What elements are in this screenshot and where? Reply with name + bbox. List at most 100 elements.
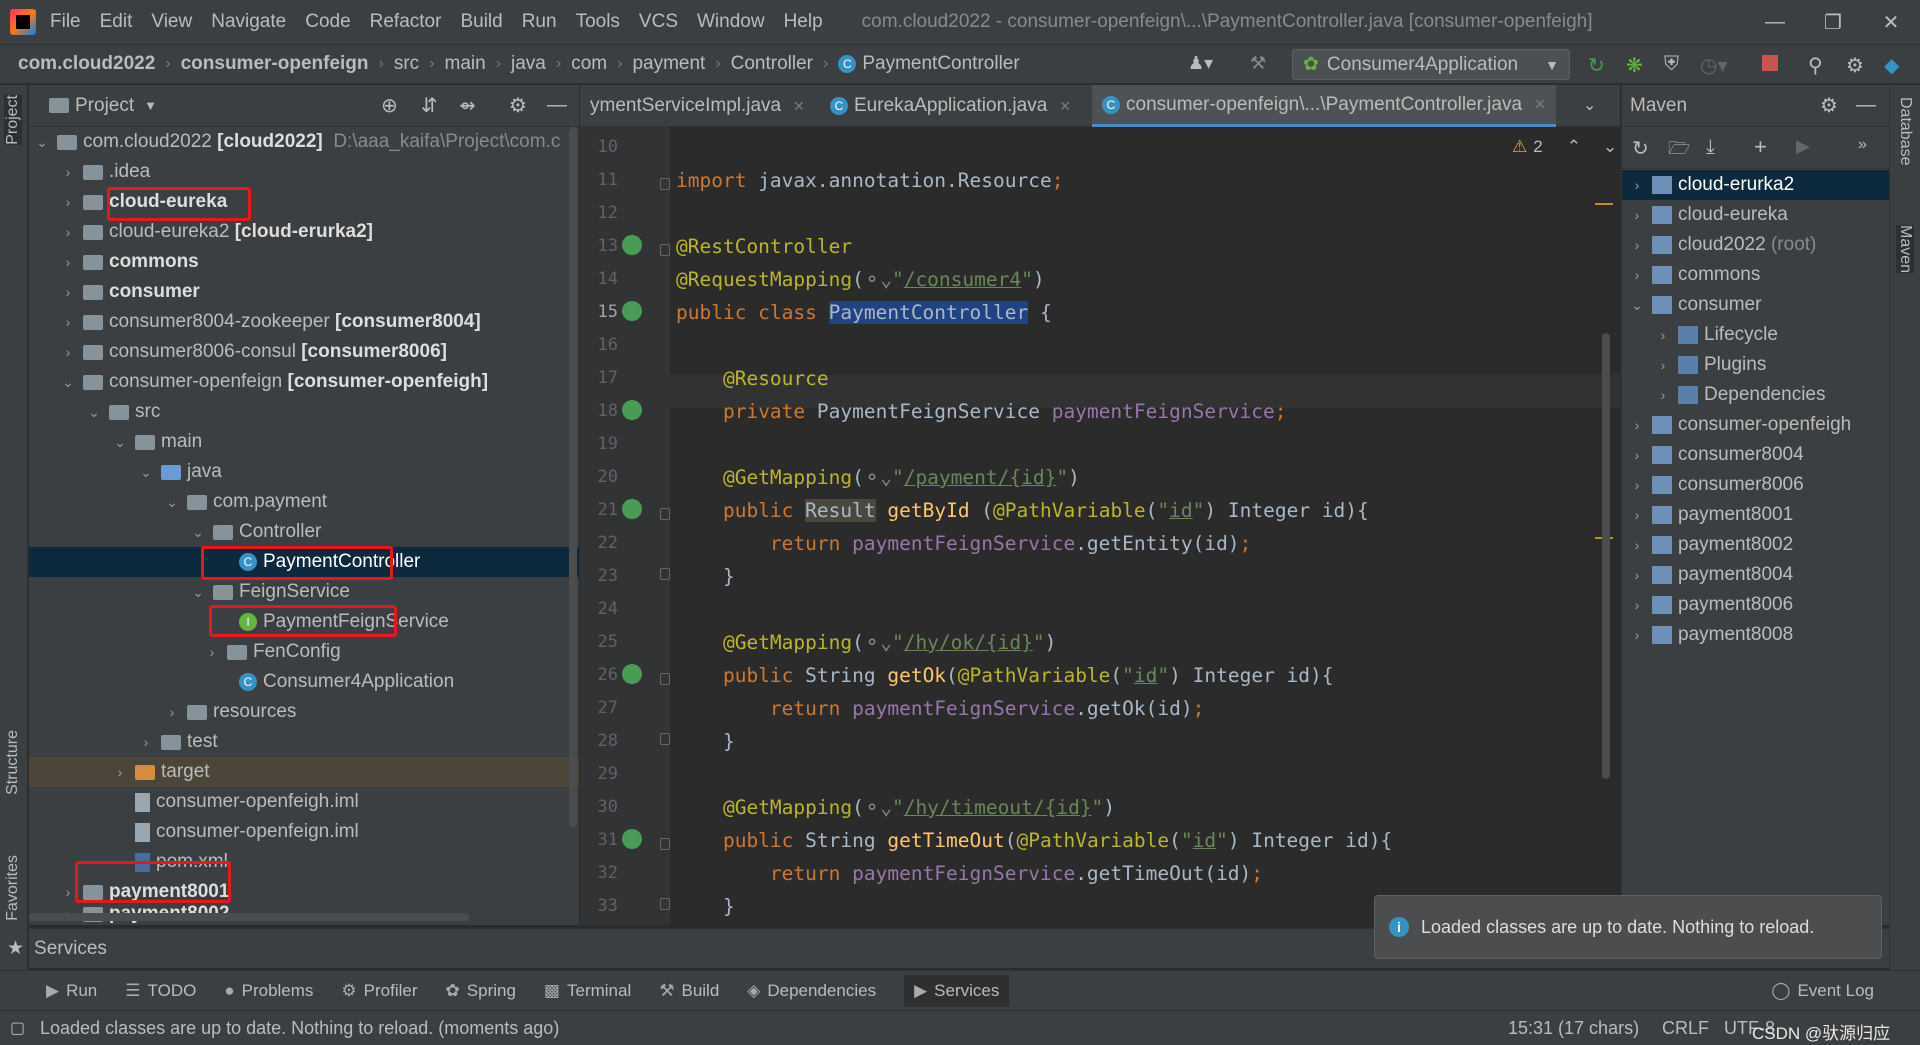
tree-item-consumer4application[interactable]: C Consumer4Application [29,667,579,697]
code-line[interactable]: return paymentFeignService.getTimeOut(id… [676,862,1263,885]
tab-payment-service-impl[interactable]: ymentServiceImpl.java ✕ [580,85,815,127]
editor-scrollbar[interactable] [1602,333,1610,779]
menu-vcs[interactable]: VCS [639,11,678,33]
chevron-down-icon[interactable]: ⌄ [1583,95,1596,115]
tree-item-com-payment[interactable]: ⌄ com.payment [29,487,579,517]
spring-bean-gutter-icon[interactable] [622,400,642,420]
status-message[interactable]: Loaded classes are up to date. Nothing t… [40,1018,559,1039]
code-line[interactable]: } [676,730,735,753]
menu-tools[interactable]: Tools [576,11,620,33]
breadcrumb-java[interactable]: java [511,53,546,75]
line-separator[interactable]: CRLF [1662,1018,1709,1039]
maven-item-payment8002[interactable]: › payment8002 [1622,530,1890,560]
spring-tool-button[interactable]: ✿ Spring [446,981,516,1001]
code-line[interactable]: } [676,565,735,588]
tree-item-target[interactable]: › target [29,757,579,787]
star-icon[interactable]: ★ [7,937,24,960]
tree-item-idea[interactable]: › .idea [29,157,579,187]
breadcrumb-payment[interactable]: payment [632,53,705,75]
spring-bean-gutter-icon[interactable] [622,235,642,255]
gear-icon[interactable]: ⚙ [1820,93,1838,118]
tab-eureka-application[interactable]: C EurekaApplication.java ✕ [820,85,1081,127]
fold-icon[interactable] [660,178,670,190]
breadcrumb-controller[interactable]: Controller [731,53,813,75]
profile-icon[interactable]: ◷▾ [1700,53,1728,77]
run-configuration-select[interactable]: ✿ Consumer4Application ▼ [1292,49,1570,80]
chevron-up-icon[interactable]: ⌃ [1567,137,1581,157]
maven-item-consumer[interactable]: ⌄ consumer [1622,290,1890,320]
collapse-all-icon[interactable]: ⇴ [459,93,476,118]
code-line[interactable]: import javax.annotation.Resource; [676,169,1063,192]
maven-item-payment8004[interactable]: › payment8004 [1622,560,1890,590]
tree-item-controller[interactable]: ⌄ Controller [29,517,579,547]
maven-item-consumer8006[interactable]: › consumer8006 [1622,470,1890,500]
code-line[interactable]: } [676,895,735,918]
breadcrumb-class[interactable]: PaymentController [862,53,1019,75]
tree-item-commons[interactable]: › commons [29,247,579,277]
maven-item-cloud-erurka2[interactable]: › cloud-erurka2 [1622,170,1890,200]
tree-item-java[interactable]: ⌄ java [29,457,579,487]
code-line[interactable]: @GetMapping(⚬⌄"/hy/timeout/{id}") [676,796,1115,819]
tree-item-main[interactable]: ⌄ main [29,427,579,457]
tree-item-test[interactable]: › test [29,727,579,757]
maven-item-consumer-openfeigh[interactable]: › consumer-openfeigh [1622,410,1890,440]
code-line[interactable]: @RestController [676,235,852,258]
fold-icon[interactable] [660,673,670,685]
favorites-tool-tab[interactable]: Favorites [4,855,22,921]
gear-icon[interactable]: ⚙ [509,93,527,118]
user-icon[interactable]: ♟▾ [1188,53,1213,75]
tree-item-src[interactable]: ⌄ src [29,397,579,427]
warning-stripe-mark[interactable] [1595,203,1613,205]
hammer-icon[interactable]: ⚒ [1250,53,1272,75]
menu-edit[interactable]: Edit [100,11,133,33]
minimize-icon[interactable]: — [1746,11,1804,34]
chevron-down-icon[interactable]: ⌄ [1603,137,1617,157]
breadcrumb-src[interactable]: src [394,53,419,75]
close-icon[interactable]: ✕ [793,98,805,115]
stop-icon[interactable] [1762,55,1778,71]
profiler-tool-button[interactable]: ⚙ Profiler [341,981,417,1001]
tree-item-root[interactable]: ⌄ com.cloud2022 [cloud2022] D:\aaa_kaifa… [29,127,579,157]
tree-item-consumer8004[interactable]: › consumer8004-zookeeper [consumer8004] [29,307,579,337]
menu-help[interactable]: Help [784,11,823,33]
menu-refactor[interactable]: Refactor [370,11,442,33]
structure-tool-tab[interactable]: Structure [4,730,22,795]
add-icon[interactable]: + [1754,134,1767,160]
code-line[interactable]: public class PaymentController { [676,301,1052,324]
build-tool-button[interactable]: ⚒ Build [659,981,719,1001]
close-icon[interactable]: ✕ [1534,96,1546,113]
debug-icon[interactable]: ❋ [1626,53,1648,77]
tree-item-resources[interactable]: › resources [29,697,579,727]
coverage-icon[interactable]: ⛨ [1664,53,1686,75]
vertical-scrollbar[interactable] [569,127,577,827]
menu-window[interactable]: Window [697,11,765,33]
code-line[interactable]: @GetMapping(⚬⌄"/hy/ok/{id}") [676,631,1056,654]
maven-item-payment8006[interactable]: › payment8006 [1622,590,1890,620]
fold-icon[interactable] [660,568,670,580]
search-icon[interactable]: ⚲ [1808,53,1830,77]
rerun-icon[interactable]: ↻ [1588,53,1610,77]
breadcrumb-project[interactable]: com.cloud2022 [18,53,155,75]
tree-item-consumer8006[interactable]: › consumer8006-consul [consumer8006] [29,337,579,367]
toolbox-icon[interactable]: ◆ [1884,53,1906,77]
code-line[interactable]: @RequestMapping(⚬⌄"/consumer4") [676,268,1045,291]
project-tool-tab[interactable]: Project [4,95,22,145]
reload-folder-icon[interactable]: 🗁 [1668,136,1690,166]
hide-icon[interactable]: — [1856,94,1876,117]
locate-icon[interactable]: ⊕ [381,93,398,118]
inspection-widget[interactable]: ⚠ 2 ⌃ ⌄ [1512,137,1617,157]
menu-file[interactable]: File [50,11,81,33]
expand-all-icon[interactable]: ⇵ [421,93,438,118]
spring-bean-gutter-icon[interactable] [622,301,642,321]
close-icon[interactable]: ✕ [1059,98,1071,115]
menu-navigate[interactable]: Navigate [211,11,286,33]
download-icon[interactable]: ⤓ [1706,136,1715,159]
maven-item-consumer8004[interactable]: › consumer8004 [1622,440,1890,470]
chevron-down-icon[interactable]: ▼ [144,98,157,113]
hide-icon[interactable]: — [547,94,567,117]
tree-item-iml-2[interactable]: consumer-openfeign.iml [29,817,579,847]
menu-build[interactable]: Build [460,11,502,33]
maven-item-payment8001[interactable]: › payment8001 [1622,500,1890,530]
event-log-tool-button[interactable]: ◯ Event Log [1771,981,1874,1001]
tree-item-feign-service[interactable]: ⌄ FeignService [29,577,579,607]
